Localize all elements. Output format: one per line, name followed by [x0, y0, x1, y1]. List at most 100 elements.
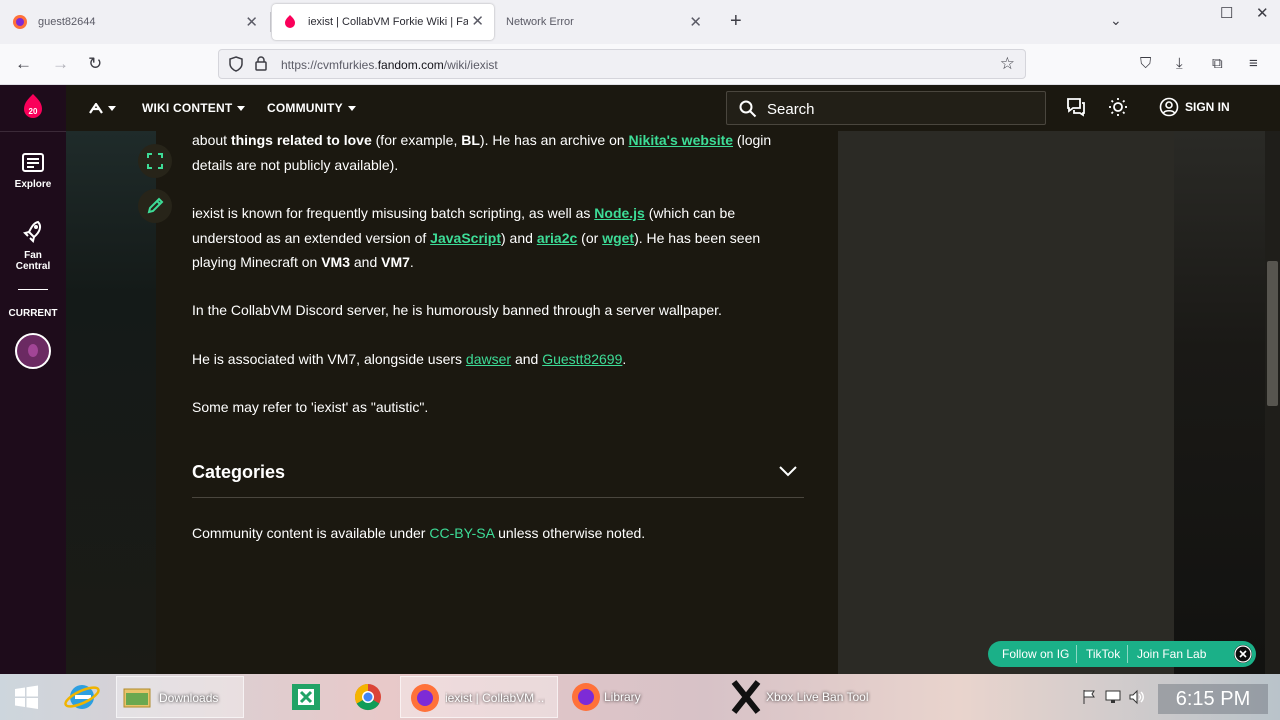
browser-tab-strip: guest82644 ✕ iexist | CollabVM Forkie Wi…	[0, 0, 1280, 44]
restore-window-icon[interactable]: ☐	[1220, 4, 1233, 22]
community-label: COMMUNITY	[267, 101, 343, 115]
new-tab-button[interactable]: +	[730, 10, 742, 33]
link-javascript[interactable]: JavaScript	[430, 230, 501, 246]
link-aria2c[interactable]: aria2c	[537, 230, 577, 246]
chevron-down-icon	[108, 106, 116, 112]
downloads-folder-button[interactable]: Downloads	[116, 676, 244, 718]
svg-text:20: 20	[29, 107, 38, 116]
taskbar-clock[interactable]: 6:15 PM	[1158, 684, 1268, 714]
link-wget[interactable]: wget	[602, 230, 634, 246]
fullscreen-button[interactable]	[138, 144, 172, 178]
link-nodejs[interactable]: Node.js	[594, 205, 645, 221]
theme-toggle-icon[interactable]	[1108, 97, 1128, 117]
menu-icon[interactable]: ≡	[1249, 55, 1258, 72]
excel-icon	[292, 684, 320, 710]
link-cc-by-sa[interactable]: CC-BY-SA	[429, 525, 494, 541]
action-center-flag-icon[interactable]	[1080, 688, 1098, 706]
excel-button[interactable]	[284, 676, 328, 718]
tab-title: guest82644	[38, 16, 96, 28]
join-fan-lab-link[interactable]: Join Fan Lab	[1137, 647, 1206, 661]
tab-guest82644[interactable]: guest82644 ✕	[0, 0, 268, 44]
discussions-icon[interactable]	[1066, 97, 1086, 117]
close-tab-icon[interactable]: ✕	[689, 13, 702, 31]
user-icon	[1159, 97, 1179, 117]
chevron-down-icon	[347, 106, 356, 112]
back-icon[interactable]: ←	[15, 54, 32, 74]
divider	[192, 497, 804, 498]
tab-network-error[interactable]: Network Error ✕	[498, 0, 712, 44]
divider	[0, 131, 66, 132]
right-rail	[838, 131, 1174, 674]
fan-lab-banner: Follow on IG TikTok Join Fan Lab	[988, 641, 1256, 667]
tiktok-link[interactable]: TikTok	[1086, 647, 1120, 661]
bookmark-star-icon[interactable]: ☆	[1000, 54, 1015, 74]
xbox-ban-tool-button[interactable]: Xbox Live Ban Tool	[724, 676, 884, 718]
tab-title: Network Error	[506, 16, 574, 28]
list-all-tabs-icon[interactable]: ⌄	[1110, 12, 1122, 29]
categories-heading[interactable]: Categories	[192, 462, 285, 483]
fandom-logo-icon[interactable]: 20	[22, 93, 44, 121]
windows-taskbar: Downloads iexist | CollabVM ... Library …	[0, 674, 1280, 720]
address-bar[interactable]: https://cvmfurkies.fandom.com/wiki/iexis…	[218, 49, 1026, 79]
follow-on-ig-link[interactable]: Follow on IG	[1002, 647, 1069, 661]
chevron-down-icon	[237, 106, 246, 112]
search-icon	[739, 100, 757, 118]
fan-central-button[interactable]: Fan Central	[0, 220, 66, 272]
downloads-icon[interactable]: ⤓	[1176, 55, 1183, 72]
close-tab-icon[interactable]: ✕	[245, 13, 258, 31]
pocket-icon[interactable]: ⛉	[1140, 55, 1151, 72]
chevron-down-icon[interactable]	[778, 464, 798, 478]
library-window-button[interactable]: Library	[562, 676, 702, 718]
close-icon	[1234, 645, 1252, 663]
wiki-logo-menu[interactable]	[89, 101, 116, 115]
link-guestt82699[interactable]: Guestt82699	[542, 351, 622, 367]
firefox-window-button[interactable]: iexist | CollabVM ...	[400, 676, 558, 718]
fandom-icon	[285, 15, 295, 28]
start-button[interactable]	[4, 676, 48, 718]
search-placeholder: Search	[767, 101, 815, 118]
close-window-icon[interactable]: ✕	[1256, 4, 1269, 22]
current-wiki-avatar[interactable]	[15, 333, 51, 369]
lock-icon[interactable]	[255, 56, 267, 71]
link-nikitas-website[interactable]: Nikita's website	[629, 132, 733, 148]
explore-label: Explore	[14, 179, 52, 190]
firefox-icon	[572, 683, 600, 711]
wiki-content-menu[interactable]: WIKI CONTENT	[142, 101, 246, 115]
reload-icon[interactable]: ↻	[88, 54, 102, 74]
tracking-shield-icon[interactable]	[229, 56, 243, 72]
tab-iexist[interactable]: iexist | CollabVM Forkie Wiki | Fandom ✕	[272, 4, 494, 40]
forward-icon[interactable]: →	[52, 54, 69, 74]
explore-button[interactable]: Explore	[0, 153, 66, 190]
volume-icon[interactable]	[1128, 688, 1146, 706]
search-input[interactable]: Search	[726, 91, 1046, 125]
close-fan-lab-button[interactable]	[1234, 645, 1252, 663]
internet-explorer-button[interactable]	[60, 676, 106, 718]
page-scrollbar[interactable]	[1265, 131, 1280, 674]
firefox-window-label: iexist | CollabVM ...	[445, 691, 545, 705]
explore-icon	[22, 153, 44, 172]
chrome-button[interactable]	[346, 676, 390, 718]
edit-button[interactable]	[138, 189, 172, 223]
close-tab-icon[interactable]: ✕	[471, 12, 484, 30]
fandom-a-icon	[89, 102, 103, 114]
expand-icon	[147, 153, 163, 169]
internet-explorer-icon	[64, 685, 100, 709]
folder-icon	[123, 688, 151, 708]
article-paragraph: Some may refer to 'iexist' as "autistic"…	[192, 399, 429, 415]
divider	[18, 289, 48, 290]
xbox-ban-tool-label: Xbox Live Ban Tool	[766, 690, 869, 704]
downloads-label: Downloads	[159, 691, 219, 705]
fandom-global-nav: 20 Explore Fan Central CURRENT	[0, 85, 66, 674]
network-icon[interactable]	[1104, 688, 1122, 706]
link-dawser[interactable]: dawser	[466, 351, 511, 367]
tab-divider	[270, 12, 271, 32]
scrollbar-thumb[interactable]	[1267, 261, 1278, 406]
chrome-icon	[354, 683, 381, 711]
rocket-icon	[23, 220, 42, 243]
article-paragraph: iexist is known for frequently misusing …	[192, 205, 761, 270]
url-text[interactable]: https://cvmfurkies.fandom.com/wiki/iexis…	[281, 58, 498, 72]
community-menu[interactable]: COMMUNITY	[267, 101, 356, 115]
license-notice: Community content is available under CC-…	[192, 525, 646, 541]
sign-in-button[interactable]: SIGN IN	[1159, 97, 1230, 117]
extensions-icon[interactable]: ⧉	[1212, 55, 1223, 72]
